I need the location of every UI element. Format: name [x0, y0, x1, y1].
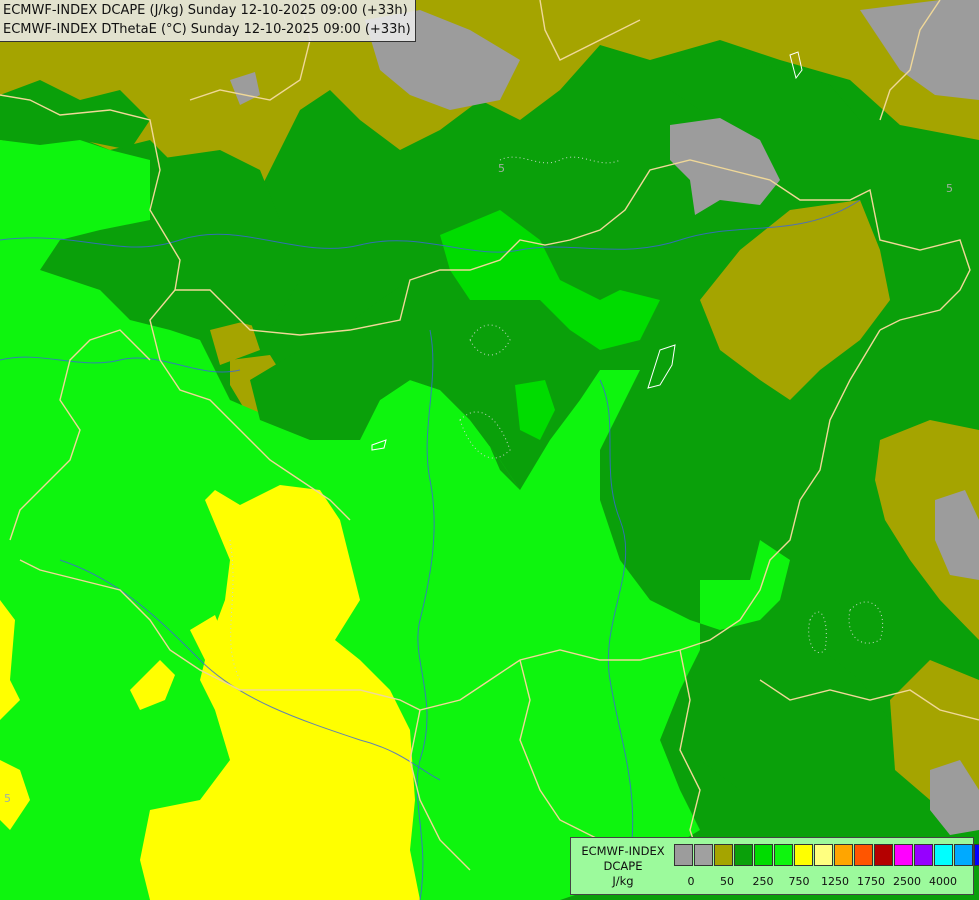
legend-swatch: [734, 844, 753, 866]
legend-swatch: [754, 844, 773, 866]
legend-ticks: 0 50 250 750 1250 1750 2500 4000: [674, 875, 974, 889]
legend-swatch: [954, 844, 973, 866]
legend-tick-label: 1750: [857, 875, 885, 888]
legend-tick-label: 1250: [821, 875, 849, 888]
legend-tick-label: 250: [752, 875, 774, 888]
legend-swatch: [814, 844, 833, 866]
color-legend: ECMWF-INDEX DCAPE J/kg 0 50 250 750 1250 1750…: [570, 837, 979, 895]
weather-map[interactable]: 5 5 5: [0, 0, 979, 900]
legend-tick-label: 0: [687, 875, 695, 888]
legend-swatch: [774, 844, 793, 866]
legend-tick-label: 2500: [893, 875, 921, 888]
legend-swatch: [854, 844, 873, 866]
legend-tick-label: 750: [788, 875, 810, 888]
map-title-dcape: ECMWF-INDEX DCAPE (J/kg) Sunday 12-10-20…: [3, 3, 408, 18]
contour-label: 5: [946, 182, 953, 195]
legend-parameter: DCAPE: [603, 859, 643, 873]
map-title-dthetae: ECMWF-INDEX DThetaE (°C) Sunday 12-10-20…: [3, 22, 411, 37]
legend-swatch: [974, 844, 979, 866]
legend-swatch: [934, 844, 953, 866]
legend-swatch: [674, 844, 693, 866]
legend-tick-label: 50: [720, 875, 734, 888]
legend-swatch: [794, 844, 813, 866]
map-title-box: ECMWF-INDEX DCAPE (J/kg) Sunday 12-10-20…: [0, 0, 416, 42]
legend-title: ECMWF-INDEX DCAPE J/kg: [573, 844, 673, 889]
legend-unit: J/kg: [612, 874, 634, 888]
contour-label: 5: [498, 162, 505, 175]
legend-swatch: [914, 844, 933, 866]
legend-model: ECMWF-INDEX: [581, 844, 665, 858]
legend-swatch: [834, 844, 853, 866]
legend-swatch: [694, 844, 713, 866]
contour-label: 5: [4, 792, 11, 805]
legend-swatch: [894, 844, 913, 866]
legend-swatch: [714, 844, 733, 866]
legend-swatch: [874, 844, 893, 866]
legend-tick-label: 4000: [929, 875, 957, 888]
legend-swatches: [674, 844, 979, 866]
